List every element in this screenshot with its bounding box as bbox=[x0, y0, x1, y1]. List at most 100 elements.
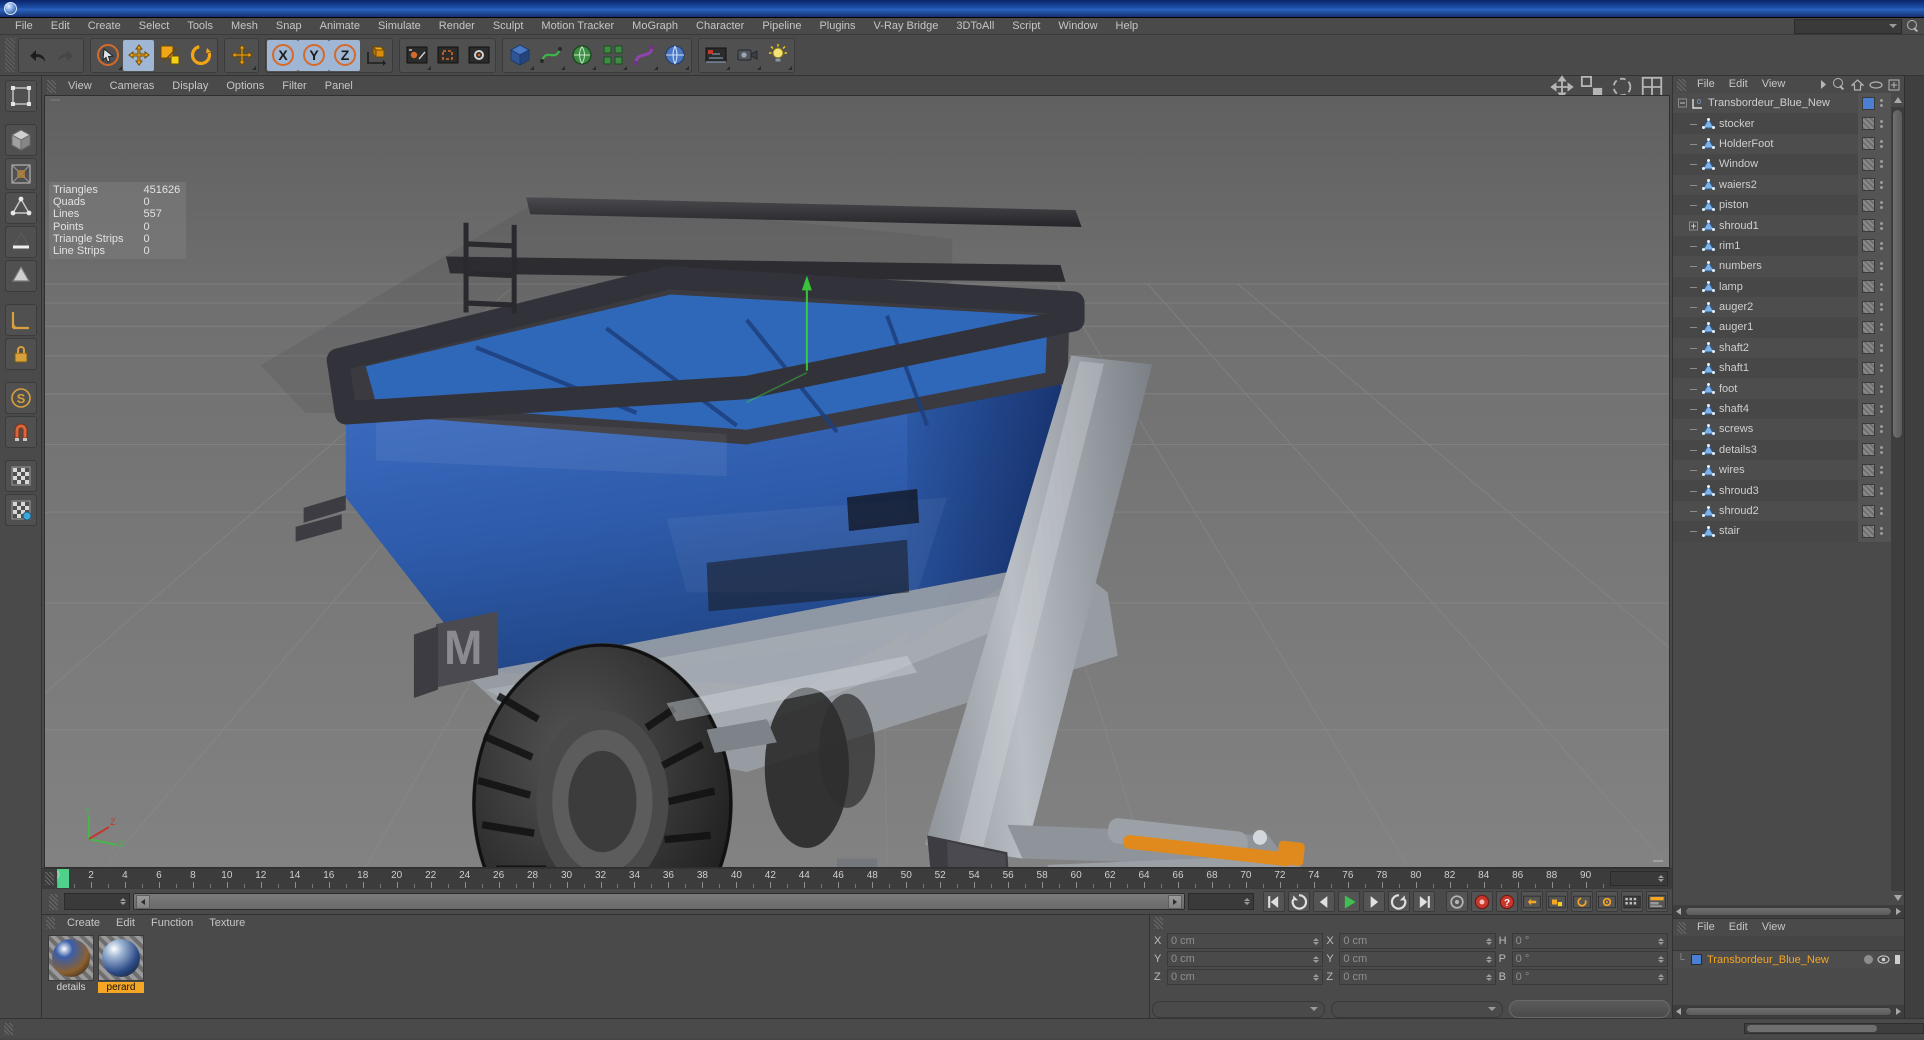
object-row[interactable]: wires bbox=[1673, 460, 1904, 481]
visibility-dots-icon[interactable] bbox=[1880, 282, 1883, 291]
coord-size-input[interactable]: 0 cm bbox=[1339, 951, 1496, 967]
array-modeling-button[interactable] bbox=[597, 40, 628, 71]
material-tag-icon[interactable] bbox=[1862, 484, 1875, 498]
scroll-right-button[interactable] bbox=[1894, 1007, 1903, 1016]
render-toggle-icon[interactable] bbox=[1894, 954, 1901, 965]
object-row[interactable]: waiers2 bbox=[1673, 174, 1904, 195]
menu-motion-tracker[interactable]: Motion Tracker bbox=[532, 18, 623, 35]
layer-hscroll[interactable] bbox=[1673, 1005, 1904, 1018]
layer-row[interactable]: └ Transbordeur_Blue_New bbox=[1673, 951, 1904, 968]
render-view-button[interactable] bbox=[401, 40, 432, 71]
collapse-toggle-icon[interactable] bbox=[1678, 98, 1687, 108]
visibility-dots-icon[interactable] bbox=[1880, 384, 1883, 393]
menu-render[interactable]: Render bbox=[430, 18, 484, 35]
menu-script[interactable]: Script bbox=[1003, 18, 1049, 35]
object-row[interactable]: rim1 bbox=[1673, 235, 1904, 257]
material-menu-create[interactable]: Create bbox=[59, 915, 108, 931]
visibility-dots-icon[interactable] bbox=[1880, 303, 1883, 312]
menu-tools[interactable]: Tools bbox=[178, 18, 222, 35]
step-back-button[interactable] bbox=[1313, 891, 1335, 912]
visibility-dots-icon[interactable] bbox=[1880, 486, 1883, 495]
object-menu-file[interactable]: File bbox=[1690, 76, 1722, 93]
object-row-root[interactable]: 0 Transbordeur_Blue_New bbox=[1673, 93, 1904, 114]
soft-selection-button[interactable]: S bbox=[4, 382, 37, 414]
viewport-menu-view[interactable]: View bbox=[59, 78, 101, 95]
texture-mode-button[interactable] bbox=[4, 158, 37, 190]
material-swatch-area[interactable]: details perard bbox=[42, 931, 1149, 1018]
environment-button[interactable] bbox=[659, 40, 690, 71]
hscroll-thumb[interactable] bbox=[1685, 907, 1892, 916]
material-menu-texture[interactable]: Texture bbox=[201, 915, 253, 931]
visibility-dots-icon[interactable] bbox=[1880, 180, 1883, 189]
keyframe-param-button[interactable] bbox=[1596, 891, 1618, 912]
autokeying-button[interactable]: ? bbox=[1496, 891, 1518, 912]
object-row[interactable]: details3 bbox=[1673, 439, 1904, 461]
render-region-button[interactable] bbox=[432, 40, 463, 71]
timeline-ruler[interactable]: 0246810121416182022242628303234363840424… bbox=[42, 868, 1672, 888]
visibility-dots-icon[interactable] bbox=[1880, 221, 1883, 230]
coordinate-mode-select[interactable] bbox=[1330, 1000, 1504, 1018]
menu-edit[interactable]: Edit bbox=[42, 18, 79, 35]
polygon-mode-button[interactable] bbox=[4, 260, 37, 292]
statusbar-grip[interactable] bbox=[4, 1022, 13, 1035]
search-icon[interactable] bbox=[1907, 19, 1920, 33]
go-to-end-button[interactable] bbox=[1413, 891, 1435, 912]
material-tag-icon[interactable] bbox=[1862, 300, 1875, 314]
go-to-start-button[interactable] bbox=[1263, 891, 1285, 912]
spinner-icon[interactable] bbox=[1657, 973, 1664, 981]
material-tag-icon[interactable] bbox=[1862, 178, 1875, 192]
viewport-menu-cameras[interactable]: Cameras bbox=[101, 78, 164, 95]
object-row[interactable]: stocker bbox=[1673, 113, 1904, 134]
preview-range-bar[interactable] bbox=[133, 893, 1185, 910]
model-mode-button[interactable] bbox=[4, 124, 37, 156]
expand-toggle-icon[interactable] bbox=[1689, 221, 1698, 231]
menu-character[interactable]: Character bbox=[687, 18, 753, 35]
coord-size-input[interactable]: 0 cm bbox=[1339, 933, 1496, 949]
object-row[interactable]: HolderFoot bbox=[1673, 133, 1904, 155]
visibility-dots-icon[interactable] bbox=[1880, 323, 1883, 332]
visibility-dots-icon[interactable] bbox=[1880, 262, 1883, 271]
animation-mode-button[interactable] bbox=[1646, 891, 1668, 912]
visibility-dots-icon[interactable] bbox=[1880, 507, 1883, 515]
object-manager-grip[interactable] bbox=[1677, 78, 1686, 91]
coord-size-input[interactable]: 0 cm bbox=[1339, 969, 1496, 985]
object-menu-view[interactable]: View bbox=[1755, 76, 1793, 93]
spinner-icon[interactable] bbox=[120, 898, 126, 905]
material-tag-icon[interactable] bbox=[1862, 157, 1875, 171]
timeline-frame-field[interactable] bbox=[1610, 871, 1668, 886]
visibility-dots-icon[interactable] bbox=[1880, 445, 1883, 454]
menu-select[interactable]: Select bbox=[130, 18, 179, 35]
search-icon[interactable] bbox=[1833, 78, 1846, 91]
scale-button[interactable] bbox=[154, 40, 185, 71]
object-tree-scrollbar[interactable] bbox=[1891, 93, 1904, 905]
material-tag-icon[interactable] bbox=[1862, 443, 1875, 457]
measure-angle-button[interactable] bbox=[4, 304, 37, 336]
visibility-dots-icon[interactable] bbox=[1880, 527, 1883, 536]
material-item[interactable]: details bbox=[48, 935, 94, 993]
visibility-dots-icon[interactable] bbox=[1880, 99, 1883, 108]
material-tag-icon[interactable] bbox=[1862, 219, 1875, 233]
coord-position-input[interactable]: 0 cm bbox=[1167, 951, 1324, 967]
coordinate-grip[interactable] bbox=[1154, 917, 1163, 929]
scroll-up-button[interactable] bbox=[1891, 93, 1904, 107]
3d-viewport[interactable]: M Triangles 451626 Quads 0 Lines 557 Points 0 Tr… bbox=[44, 95, 1670, 868]
visibility-dots-icon[interactable] bbox=[1880, 425, 1883, 434]
menu-help[interactable]: Help bbox=[1107, 18, 1148, 35]
keyframe-scale-button[interactable] bbox=[1546, 891, 1568, 912]
material-grip[interactable] bbox=[46, 917, 55, 929]
menu-file[interactable]: File bbox=[6, 18, 42, 35]
object-tree-hscroll[interactable] bbox=[1673, 905, 1904, 918]
visible-eye-icon[interactable] bbox=[1877, 955, 1890, 964]
apply-button[interactable] bbox=[1509, 1000, 1671, 1018]
material-preview[interactable] bbox=[48, 935, 94, 981]
coord-rotation-input[interactable]: 0 ° bbox=[1511, 969, 1668, 985]
workplane-button[interactable] bbox=[4, 494, 37, 526]
y-axis-button[interactable]: Y bbox=[298, 39, 329, 71]
object-row[interactable]: shroud3 bbox=[1673, 480, 1904, 501]
spinner-icon[interactable] bbox=[1313, 973, 1320, 981]
coord-position-input[interactable]: 0 cm bbox=[1167, 933, 1324, 949]
spinner-icon[interactable] bbox=[1657, 937, 1664, 945]
select-live-button[interactable] bbox=[92, 40, 123, 71]
timeline-ticks[interactable]: 0246810121416182022242628303234363840424… bbox=[57, 869, 1606, 888]
menu-window[interactable]: Window bbox=[1049, 18, 1106, 35]
